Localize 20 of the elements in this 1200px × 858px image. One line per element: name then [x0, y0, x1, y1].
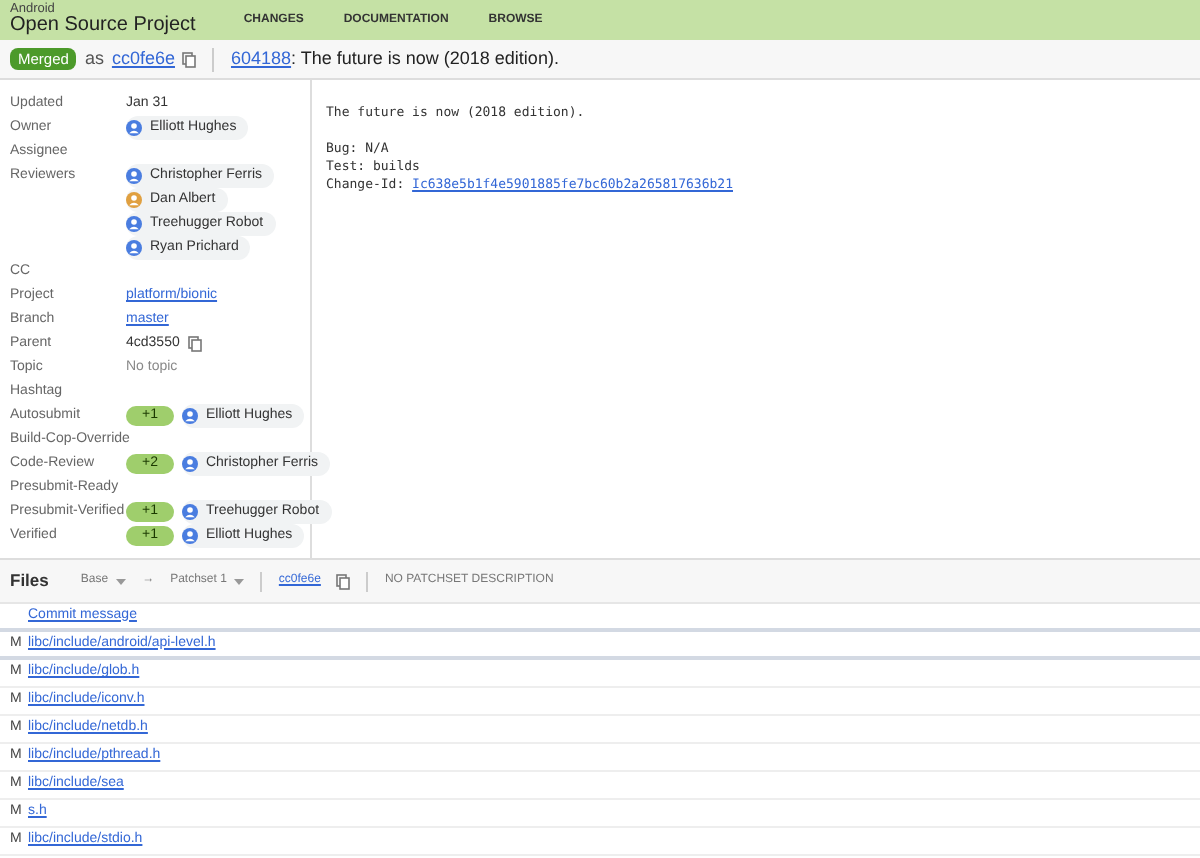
avatar-icon — [181, 528, 198, 544]
avatar-icon — [126, 168, 142, 184]
avatar-icon — [126, 192, 142, 208]
change-number-link[interactable]: 604188 — [230, 47, 292, 68]
avatar-icon — [181, 408, 198, 424]
as-label: as — [84, 45, 104, 72]
avatar-icon — [126, 216, 142, 232]
caret-icon — [234, 577, 245, 585]
copy-icon[interactable] — [187, 336, 202, 352]
brand-title: Open Source Project — [10, 16, 196, 37]
copy-icon[interactable] — [336, 573, 351, 589]
commit-link[interactable]: cc0fe6e — [111, 45, 175, 73]
avatar-icon — [126, 240, 142, 256]
copy-icon[interactable] — [182, 51, 197, 67]
files-heading: Files — [10, 568, 49, 594]
change-title: 604188: The future is now (2018 edition). — [230, 45, 559, 72]
avatar-icon — [181, 504, 198, 520]
caret-icon — [116, 577, 127, 585]
avatar-icon — [181, 456, 198, 472]
avatar-icon — [126, 120, 142, 136]
